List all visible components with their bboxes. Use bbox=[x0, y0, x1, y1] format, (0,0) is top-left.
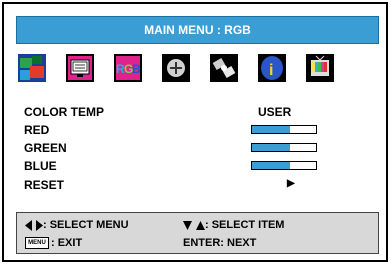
select-item-hint: : SELECT ITEM bbox=[205, 219, 285, 231]
tv-icon[interactable] bbox=[306, 54, 334, 82]
information-icon[interactable]: i bbox=[258, 54, 286, 82]
red-slider[interactable] bbox=[251, 125, 317, 134]
svg-text:i: i bbox=[269, 62, 273, 79]
picture-icon[interactable] bbox=[18, 54, 46, 82]
menu-key-icon: MENU bbox=[25, 237, 49, 249]
reset-arrow-icon[interactable]: ▶ bbox=[287, 178, 295, 189]
monitor-icon[interactable] bbox=[66, 54, 94, 82]
enter-hint: ENTER: NEXT bbox=[183, 237, 257, 249]
green-slider[interactable] bbox=[251, 143, 317, 152]
left-right-arrows-icon bbox=[25, 220, 43, 231]
reset-label: RESET bbox=[24, 178, 65, 192]
svg-text:B: B bbox=[132, 62, 140, 76]
osd-frame: MAIN MENU : RGB R G B i COLOR TEMP USER … bbox=[2, 2, 388, 262]
rgb-icon[interactable]: R G B bbox=[114, 54, 142, 82]
exit-hint: : EXIT bbox=[51, 237, 83, 249]
menu-title: MAIN MENU : RGB bbox=[144, 23, 251, 37]
up-down-arrows-icon bbox=[183, 221, 205, 230]
green-slider-fill bbox=[252, 144, 291, 151]
color-temp-label: COLOR TEMP bbox=[24, 105, 104, 119]
red-label: RED bbox=[24, 123, 50, 137]
red-slider-fill bbox=[252, 126, 291, 133]
menu-item-red[interactable]: RED bbox=[24, 123, 49, 137]
menu-title-bar: MAIN MENU : RGB bbox=[16, 16, 379, 44]
position-icon[interactable] bbox=[162, 54, 190, 82]
satellite-icon[interactable] bbox=[210, 54, 238, 82]
menu-item-reset[interactable]: RESET bbox=[24, 178, 64, 192]
menu-item-color-temp[interactable]: COLOR TEMP bbox=[24, 105, 104, 119]
menu-item-green[interactable]: GREEN bbox=[24, 141, 67, 155]
blue-slider[interactable] bbox=[251, 161, 317, 170]
blue-label: BLUE bbox=[24, 159, 57, 173]
color-temp-value[interactable]: USER bbox=[258, 105, 291, 119]
select-menu-hint: : SELECT MENU bbox=[43, 219, 129, 231]
menu-item-blue[interactable]: BLUE bbox=[24, 159, 57, 173]
help-footer: : SELECT MENU : SELECT ITEM MENU : EXIT … bbox=[16, 212, 379, 254]
blue-slider-fill bbox=[252, 162, 291, 169]
green-label: GREEN bbox=[24, 141, 67, 155]
